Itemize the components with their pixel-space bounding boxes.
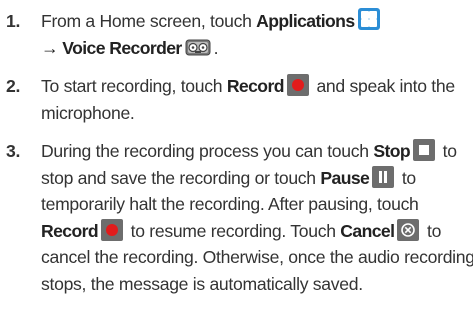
record-icon <box>286 74 309 97</box>
step-text: to <box>422 220 442 241</box>
keyword-stop: Stop <box>373 141 411 161</box>
step-1: 1. From a Home screen, touch Application… <box>0 8 473 61</box>
step-line: From a Home screen, touch Applications <box>41 8 473 35</box>
keyword-voice-recorder: Voice Recorder <box>62 37 182 58</box>
step-text: to <box>438 141 457 161</box>
step-text: During the recording process you can tou… <box>41 141 374 161</box>
stop-icon <box>413 139 436 162</box>
step-text: From a Home screen, touch <box>41 11 257 31</box>
pause-icon <box>372 165 395 188</box>
step-number: 1. <box>6 11 21 31</box>
step-line: stops, the message is automatically save… <box>41 271 473 298</box>
step-line: During the recording process you can tou… <box>41 138 473 165</box>
step-text: and speak into the <box>311 76 455 96</box>
step-2: 2. To start recording, touch Record and … <box>0 73 473 126</box>
step-line: cancel the recording. Otherwise, once th… <box>41 244 473 271</box>
step-text: to resume recording. Touch <box>126 220 341 241</box>
record-icon <box>101 218 124 241</box>
step-number: 2. <box>6 76 21 96</box>
keyword-pause: Pause <box>320 167 370 188</box>
step-text: stop and save the recording or touch <box>41 167 321 188</box>
cancel-icon <box>397 218 420 241</box>
step-text: to <box>397 167 416 188</box>
step-text: microphone. <box>41 102 135 123</box>
step-text: cancel the recording. Otherwise, once th… <box>41 247 473 267</box>
step-line: → Voice Recorder. <box>41 35 473 62</box>
step-line: microphone. <box>41 100 473 127</box>
step-line: Record to resume recording. Touch Cancel… <box>41 218 473 245</box>
keyword-cancel: Cancel <box>340 220 395 241</box>
instruction-steps: 1. From a Home screen, touch Application… <box>0 0 473 297</box>
arrow-glyph: → <box>41 37 63 58</box>
step-line: To start recording, touch Record and spe… <box>41 73 473 100</box>
step-line: temporarily halt the recording. After pa… <box>41 191 473 218</box>
step-number: 3. <box>6 141 21 161</box>
step-3: 3. During the recording process you can … <box>0 138 473 297</box>
voice-recorder-icon <box>185 37 211 57</box>
keyword-applications: Applications <box>256 11 355 31</box>
step-text: stops, the message is automatically save… <box>41 273 363 294</box>
keyword-record: Record <box>41 220 99 241</box>
applications-icon <box>357 8 380 31</box>
step-text: temporarily halt the recording. After pa… <box>41 194 419 214</box>
step-text: . <box>213 37 219 58</box>
keyword-record: Record <box>226 76 285 96</box>
step-line: stop and save the recording or touch Pau… <box>41 165 473 192</box>
step-text: To start recording, touch <box>41 76 227 96</box>
